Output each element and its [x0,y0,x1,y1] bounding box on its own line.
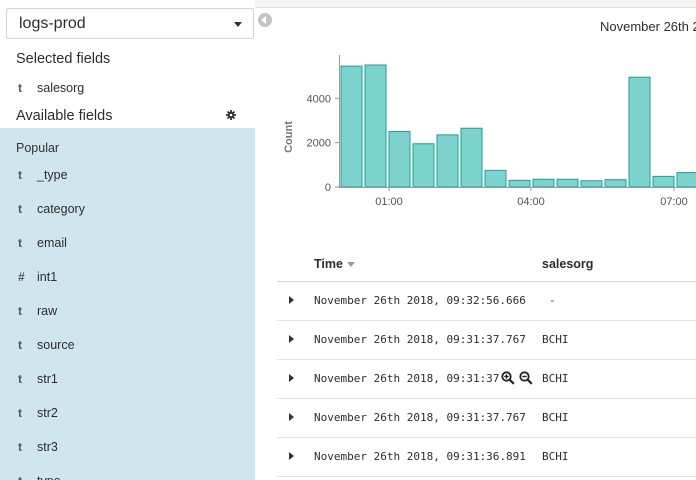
histogram-bar[interactable] [628,76,651,188]
field-item[interactable]: # int1 [0,262,255,292]
sort-down-icon[interactable] [346,262,355,268]
time-cell: November 26th 2018, 09:31:36.891 [314,450,526,463]
histogram-bar[interactable] [412,143,435,188]
field-name: raw [37,304,58,318]
table-row: November 26th 2018, 09:31:37.767 BCHI [277,321,696,360]
field-item[interactable]: t email [0,228,255,258]
zoom-out-icon[interactable] [519,371,533,385]
table-header: Time salesorg [277,247,696,282]
field-type-icon: # [18,270,25,284]
salesorg-cell: - [549,294,556,307]
histogram-svg: 0 2000 4000 01:00 04:00 07:00 [307,55,696,208]
histogram-bar[interactable] [580,180,603,188]
zoom-in-icon[interactable] [501,371,515,385]
field-sidebar: logs-prod Selected fields t salesorg Ava… [0,0,255,480]
field-name: str1 [37,372,58,386]
gear-icon[interactable] [226,110,236,120]
salesorg-cell: BCHI [542,450,569,463]
table-row: November 26th 2018, 09:32:56.666 - [277,282,696,321]
time-cell: November 26th 2018, 09:31:37.767 [314,372,526,385]
selected-field-salesorg[interactable]: t salesorg [0,73,255,103]
field-name: category [37,202,85,216]
index-pattern-select[interactable]: logs-prod [6,8,254,39]
histogram-bar[interactable] [604,179,627,188]
field-item[interactable]: t str2 [0,398,255,428]
field-type-icon: t [18,304,22,318]
field-name: source [37,338,75,352]
field-type-icon: t [0,474,37,480]
field-item[interactable]: t str1 [0,364,255,394]
chevron-down-icon [234,22,242,27]
expand-row-icon[interactable] [289,296,294,304]
available-fields-title: Available fields [16,108,113,124]
available-fields-panel: Popular t _type t category t email # int… [0,128,255,480]
field-item[interactable]: t type [0,466,255,480]
y-tick-label: 0 [325,182,331,194]
index-pattern-value: logs-prod [19,15,86,32]
expand-row-icon[interactable] [289,335,294,343]
time-cell: November 26th 2018, 09:32:56.666 [314,294,526,307]
field-type-icon: t [18,338,22,352]
field-type-icon: t [18,236,22,250]
table-row: November 26th 2018, 09:31:37.767 BCHI [277,360,696,399]
time-range-title: November 26th 2 [600,19,696,34]
field-type-icon: t [18,168,22,182]
top-bar [255,0,696,8]
field-name: int1 [37,270,58,284]
field-name: _type [37,168,68,182]
histogram-chart: Count 0 2000 4000 01:00 04:00 07:00 [277,45,696,215]
histogram-bar[interactable] [436,134,459,188]
x-tick-label: 01:00 [375,196,403,208]
histogram-bar[interactable] [556,178,579,188]
expand-row-icon[interactable] [289,413,294,421]
field-type-icon: t [18,440,22,454]
histogram-bar[interactable] [676,172,696,188]
selected-fields-title: Selected fields [16,51,111,67]
cell-filter-actions [499,371,535,387]
time-cell: November 26th 2018, 09:31:37.767 [314,411,526,424]
field-name: salesorg [37,81,85,95]
field-type-icon: t [18,202,22,216]
field-item[interactable]: t str3 [0,432,255,462]
histogram-bar[interactable] [508,179,531,188]
popular-label: Popular [16,141,60,155]
field-item[interactable]: t category [0,194,255,224]
histogram-bar[interactable] [340,65,363,188]
field-item[interactable]: t source [0,330,255,360]
y-tick-label: 2000 [307,138,331,150]
salesorg-cell: BCHI [542,411,569,424]
field-item[interactable]: t raw [0,296,255,326]
field-name: str3 [37,440,58,454]
field-name: email [37,236,67,250]
field-type-icon: t [18,406,22,420]
histogram-bar[interactable] [388,131,411,188]
table-row: November 26th 2018, 09:31:36.891 BCHI [277,438,696,477]
expand-row-icon[interactable] [289,374,294,382]
x-tick-label: 07:00 [660,196,688,208]
collapse-sidebar-button[interactable] [258,13,272,27]
histogram-bar[interactable] [364,64,387,188]
table-row: November 26th 2018, 09:31:37.767 BCHI [277,399,696,438]
histogram-bar[interactable] [460,127,483,188]
histogram-bar[interactable] [484,169,507,188]
time-cell: November 26th 2018, 09:31:37.767 [314,333,526,346]
salesorg-column-header[interactable]: salesorg [542,257,593,271]
field-item[interactable]: t _type [0,160,255,190]
time-header-label: Time [314,257,343,271]
time-column-header[interactable]: Time [314,257,355,271]
field-type-icon: t [18,372,22,386]
histogram-bar[interactable] [652,175,675,188]
salesorg-cell: BCHI [542,333,569,346]
x-tick-label: 04:00 [517,196,545,208]
expand-row-icon[interactable] [289,452,294,460]
y-tick-label: 4000 [307,93,331,105]
field-name: type [37,474,61,480]
string-type-icon: t [18,81,22,95]
field-name: str2 [37,406,58,420]
histogram-bar[interactable] [532,178,555,188]
salesorg-cell: BCHI [542,372,569,385]
